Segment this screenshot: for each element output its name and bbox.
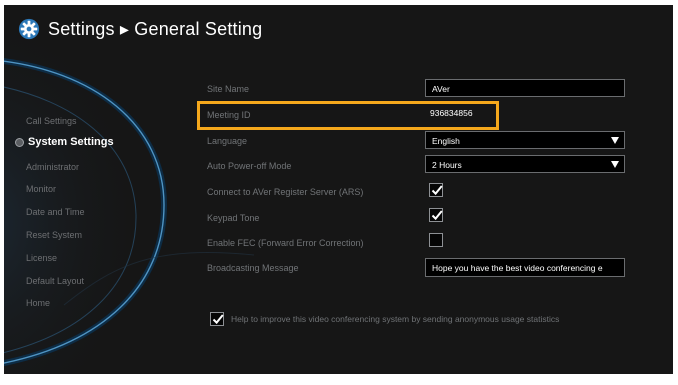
sidebar-item-administrator[interactable]: Administrator: [26, 162, 79, 172]
language-value: English: [432, 136, 460, 146]
dropdown-arrow-icon: [611, 161, 619, 168]
page-header: Settings ▸ General Setting: [18, 18, 262, 40]
checkmark-icon: [431, 210, 443, 221]
gear-icon: [18, 18, 40, 40]
keypad-tone-label: Keypad Tone: [207, 213, 260, 223]
sidebar-item-date-and-time[interactable]: Date and Time: [26, 207, 85, 217]
language-label: Language: [207, 136, 248, 146]
ars-checkbox[interactable]: [429, 183, 443, 197]
sidebar-item-home[interactable]: Home: [26, 298, 50, 308]
auto-power-off-dropdown[interactable]: 2 Hours: [425, 155, 625, 173]
broadcast-label: Broadcasting Message: [207, 263, 299, 273]
site-name-label: Site Name: [207, 84, 250, 94]
auto-power-off-value: 2 Hours: [432, 160, 462, 170]
sidebar-item-reset-system[interactable]: Reset System: [26, 230, 82, 240]
language-dropdown[interactable]: English: [425, 131, 625, 149]
sidebar-item-monitor[interactable]: Monitor: [26, 184, 56, 194]
site-name-field[interactable]: AVer: [425, 79, 625, 97]
broadcast-message-field[interactable]: Hope you have the best video conferencin…: [425, 258, 625, 277]
sidebar-item-call-settings[interactable]: Call Settings: [26, 116, 77, 126]
sidebar-item-license[interactable]: License: [26, 253, 57, 263]
usage-stats-label: Help to improve this video conferencing …: [231, 314, 560, 324]
settings-panel: Settings ▸ General Setting Call Settings…: [4, 5, 673, 374]
page-title: Settings ▸ General Setting: [48, 18, 263, 39]
fec-label: Enable FEC (Forward Error Correction): [207, 238, 364, 248]
meeting-id-highlight: [197, 101, 499, 130]
checkmark-icon: [431, 185, 443, 196]
auto-power-off-label: Auto Power-off Mode: [207, 161, 292, 171]
checkmark-icon: [212, 314, 224, 325]
sidebar-item-label: System Settings: [28, 136, 114, 148]
ars-label: Connect to AVer Register Server (ARS): [207, 187, 364, 197]
sidebar-item-default-layout[interactable]: Default Layout: [26, 276, 84, 286]
active-indicator-icon: [15, 137, 24, 147]
dropdown-arrow-icon: [611, 137, 619, 144]
usage-stats-checkbox[interactable]: [210, 312, 224, 326]
keypad-tone-checkbox[interactable]: [429, 208, 443, 222]
fec-checkbox[interactable]: [429, 233, 443, 247]
sidebar-item-system-settings[interactable]: System Settings: [15, 136, 114, 148]
screen: Settings ▸ General Setting Call Settings…: [0, 0, 678, 385]
